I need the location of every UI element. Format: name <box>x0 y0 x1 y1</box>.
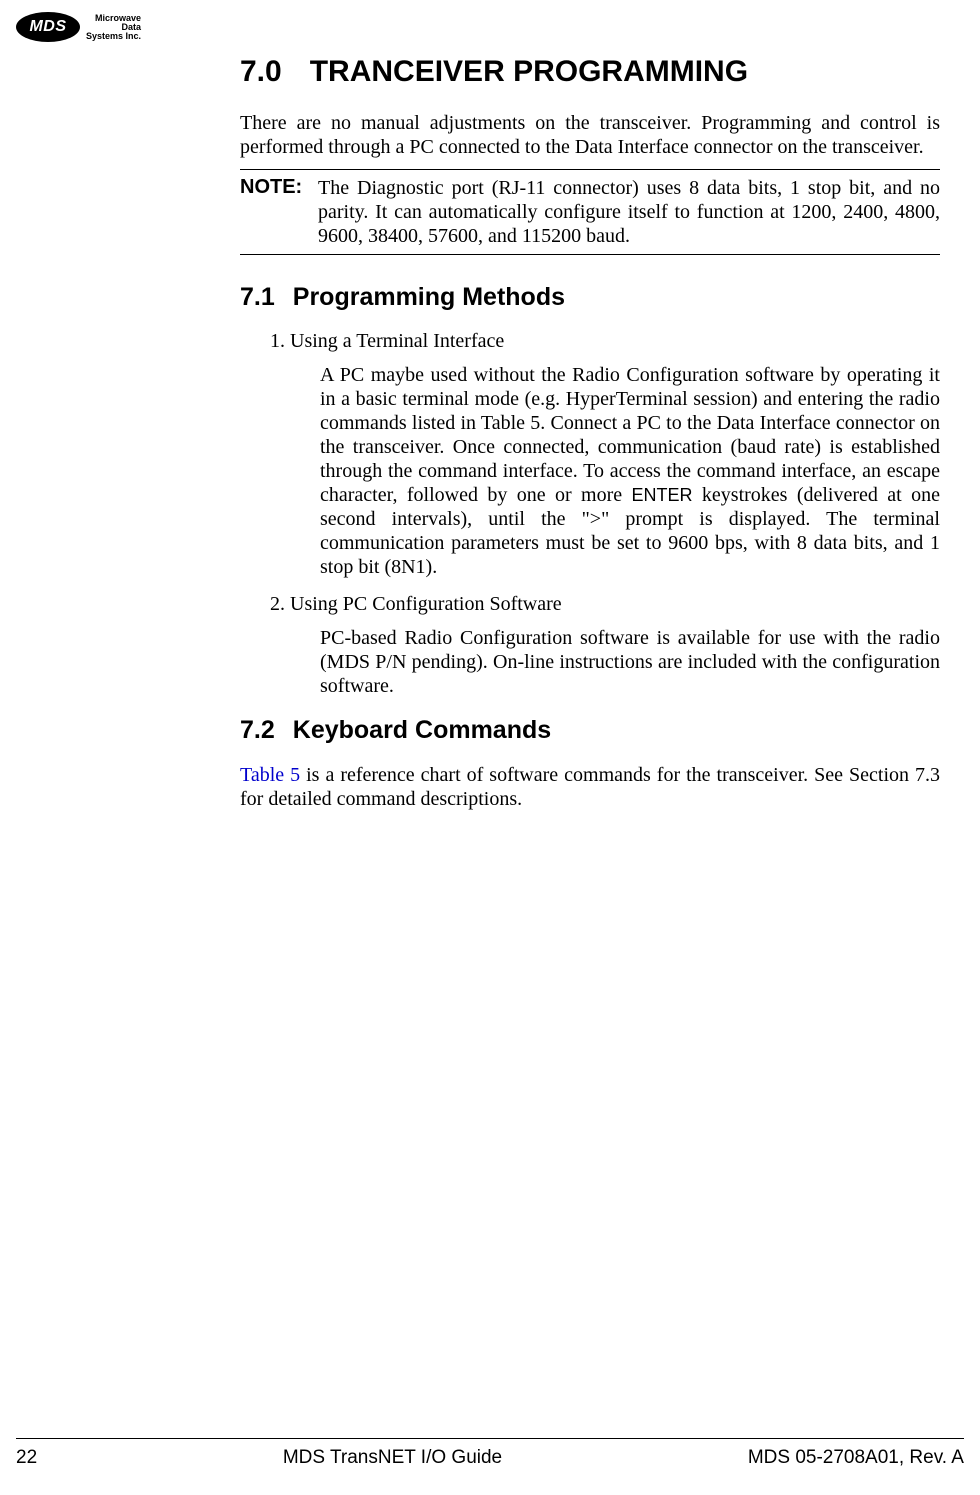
heading-7-1-title: Programming Methods <box>293 283 565 311</box>
list-item-1-title: 1. Using a Terminal Interface <box>270 330 940 353</box>
footer-rule <box>16 1438 964 1439</box>
heading-7-1: 7.1 Programming Methods <box>240 283 940 312</box>
logo-mark-text: MDS <box>29 18 66 36</box>
logo-subtext: Microwave Data Systems Inc. <box>86 14 141 41</box>
table-5-xref[interactable]: Table 5 <box>240 764 300 786</box>
logo-mark: MDS <box>16 12 80 42</box>
enter-key-text: ENTER <box>632 485 693 505</box>
section-7-2-text: is a reference chart of software command… <box>240 764 940 810</box>
heading-7-0-title: TRANCEIVER PROGRAMMING <box>310 55 748 88</box>
section-7-2-para: Table 5 is a reference chart of software… <box>240 763 940 811</box>
heading-7-2: 7.2 Keyboard Commands <box>240 716 940 745</box>
heading-7-0-num: 7.0 <box>240 55 282 89</box>
heading-7-0: 7.0 TRANCEIVER PROGRAMMING <box>240 55 940 89</box>
note-label: NOTE: <box>240 176 318 248</box>
section-7-intro: There are no manual adjustments on the t… <box>240 111 940 159</box>
logo: MDS Microwave Data Systems Inc. <box>16 12 141 42</box>
footer-page-number: 22 <box>16 1447 37 1469</box>
heading-7-2-num: 7.2 <box>240 716 275 745</box>
page-content: 7.0 TRANCEIVER PROGRAMMING There are no m… <box>240 55 940 821</box>
logo-line3: Systems Inc. <box>86 32 141 41</box>
footer-center: MDS TransNET I/O Guide <box>283 1447 502 1469</box>
note-box: NOTE: The Diagnostic port (RJ-11 connect… <box>240 169 940 255</box>
list-item-1-body: A PC maybe used without the Radio Config… <box>320 363 940 579</box>
page-footer: 22 MDS TransNET I/O Guide MDS 05-2708A01… <box>16 1447 964 1469</box>
note-text: The Diagnostic port (RJ-11 connector) us… <box>318 176 940 248</box>
heading-7-2-title: Keyboard Commands <box>293 716 551 744</box>
list-item-2-title: 2. Using PC Configuration Software <box>270 593 940 616</box>
list-item-2-body: PC-based Radio Configuration software is… <box>320 626 940 698</box>
heading-7-1-num: 7.1 <box>240 283 275 312</box>
footer-right: MDS 05-2708A01, Rev. A <box>748 1447 964 1469</box>
